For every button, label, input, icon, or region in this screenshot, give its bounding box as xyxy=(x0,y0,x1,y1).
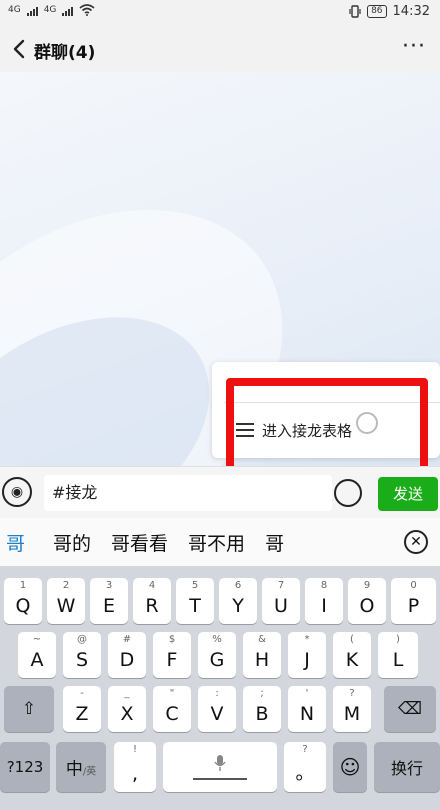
candidate-item[interactable]: 哥 xyxy=(255,529,294,556)
message-input[interactable]: #接龙 xyxy=(44,475,332,511)
space-underline xyxy=(193,778,247,780)
key-f[interactable]: $ F xyxy=(153,632,191,678)
key-s[interactable]: @ S xyxy=(63,632,101,678)
language-switch-key[interactable]: 中/英 xyxy=(56,742,106,792)
candidate-item[interactable]: 哥 xyxy=(0,529,43,556)
status-right: 86 14:32 xyxy=(349,4,430,19)
key-i[interactable]: 8I xyxy=(305,578,343,624)
page-title: 群聊(4) xyxy=(34,43,96,63)
composer-bar: ◉ #接龙 发送 xyxy=(0,466,440,518)
key-n[interactable]: ' N xyxy=(288,686,326,732)
clock: 14:32 xyxy=(392,4,430,19)
wifi-icon xyxy=(79,4,95,16)
comma-key[interactable]: !, xyxy=(114,742,156,792)
battery-indicator: 86 xyxy=(367,5,387,18)
key-g[interactable]: % G xyxy=(198,632,236,678)
key-o[interactable]: 9O xyxy=(348,578,386,624)
voice-icon[interactable]: ◉ xyxy=(2,477,32,507)
key-j[interactable]: * J xyxy=(288,632,326,678)
key-r[interactable]: 4R xyxy=(133,578,171,624)
key-a[interactable]: ~ A xyxy=(18,632,56,678)
key-u[interactable]: 7U xyxy=(262,578,300,624)
chevron-left-icon[interactable] xyxy=(8,36,32,62)
keyboard: 1Q 2W 3E 4R 5T 6Y 7U 8I 9O 0P ~ A @ S # D $… xyxy=(0,566,440,810)
period-key[interactable]: ?。 xyxy=(284,742,326,792)
microphone-icon xyxy=(214,755,226,771)
key-z[interactable]: -Z xyxy=(63,686,101,732)
status-bar: 4G 4G 86 14:32 xyxy=(0,0,440,26)
key-p[interactable]: 0P xyxy=(391,578,436,624)
signal-group: 4G 4G xyxy=(8,4,95,16)
key-w[interactable]: 2W xyxy=(47,578,85,624)
key-m[interactable]: ? M xyxy=(333,686,371,732)
key-x[interactable]: _ X xyxy=(108,686,146,732)
send-button[interactable]: 发送 xyxy=(378,477,438,511)
signal-icon xyxy=(26,5,38,16)
key-q[interactable]: 1Q xyxy=(4,578,42,624)
space-key[interactable] xyxy=(163,742,277,792)
key-b[interactable]: ; B xyxy=(243,686,281,732)
more-options-button[interactable]: ··· xyxy=(402,34,426,59)
sim1-label: 4G xyxy=(8,5,21,15)
emoji-button[interactable] xyxy=(334,479,362,507)
key-l[interactable]: ) L xyxy=(378,632,418,678)
delete-key[interactable]: ⌫ xyxy=(384,686,436,732)
nav-bar: 群聊(4) ··· xyxy=(0,26,440,72)
emoji-key[interactable]: ☺ xyxy=(333,742,367,792)
signal-icon xyxy=(62,5,74,16)
key-k[interactable]: (K xyxy=(333,632,371,678)
candidate-item[interactable]: 哥不用 xyxy=(178,529,255,556)
candidate-item[interactable]: 哥的 xyxy=(43,529,101,556)
sim2-label: 4G xyxy=(43,5,57,15)
key-y[interactable]: 6Y xyxy=(219,578,257,624)
enter-key[interactable]: 换行 xyxy=(374,742,440,792)
close-candidates-icon[interactable]: ✕ xyxy=(404,530,428,554)
key-h[interactable]: & H xyxy=(243,632,281,678)
key-c[interactable]: " C xyxy=(153,686,191,732)
vibrate-icon xyxy=(349,5,361,18)
shift-key[interactable]: ⇧ xyxy=(4,686,54,732)
key-e[interactable]: 3E xyxy=(90,578,128,624)
key-v[interactable]: :V xyxy=(198,686,236,732)
candidate-item[interactable]: 哥看看 xyxy=(101,529,178,556)
candidate-bar: 哥 哥的 哥看看 哥不用 哥 ✕ xyxy=(0,518,440,566)
key-d[interactable]: # D xyxy=(108,632,146,678)
symbols-key[interactable]: ?123 xyxy=(0,742,50,792)
key-t[interactable]: 5T xyxy=(176,578,214,624)
